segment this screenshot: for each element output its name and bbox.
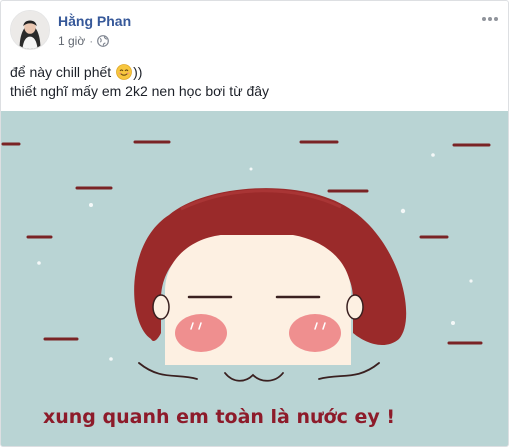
post-text-line-2: thiết nghĩ mấy em 2k2 nen học bơi từ đây xyxy=(10,83,270,99)
author-avatar[interactable] xyxy=(10,10,50,50)
meta-separator: · xyxy=(89,34,94,48)
cartoon-illustration: xung quanh em toàn là nước ey ! xyxy=(1,111,508,446)
author-name-link[interactable]: Hằng Phan xyxy=(58,13,131,29)
post-image[interactable]: xung quanh em toàn là nước ey ! xyxy=(1,111,508,446)
post-text: để này chill phết )) thiết nghĩ mấy em 2… xyxy=(10,63,490,101)
face-shape xyxy=(165,235,351,373)
left-blush xyxy=(175,314,227,352)
post-meta: 1 giờ · xyxy=(58,34,110,48)
more-horizontal-icon xyxy=(482,17,498,21)
post-card: Hằng Phan 1 giờ · để này chill phết )) t… xyxy=(0,0,509,447)
smiling-face-emoji-icon xyxy=(116,64,132,80)
image-caption-text: xung quanh em toàn là nước ey ! xyxy=(43,406,395,428)
post-text-part: )) xyxy=(133,64,143,80)
profile-photo-icon xyxy=(11,11,49,49)
post-text-line-1: để này chill phết )) xyxy=(10,63,490,82)
post-timestamp[interactable]: 1 giờ xyxy=(58,34,85,48)
globe-icon[interactable] xyxy=(97,35,110,47)
post-header: Hằng Phan 1 giờ · xyxy=(1,1,508,57)
right-blush xyxy=(289,314,341,352)
more-options-button[interactable] xyxy=(480,11,500,27)
post-text-part: để này chill phết xyxy=(10,64,116,80)
